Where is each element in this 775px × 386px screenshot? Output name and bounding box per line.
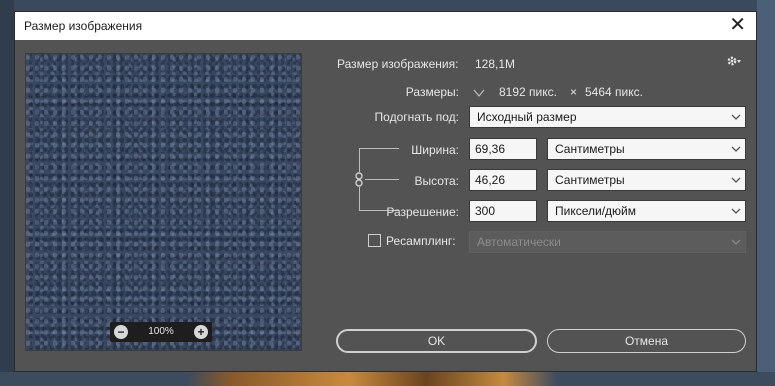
fit-to-value: Исходный размер (477, 110, 577, 124)
image-size-value: 128,1M (475, 57, 516, 71)
background-canvas-right (757, 0, 775, 386)
zoom-in-icon[interactable]: + (194, 325, 208, 339)
chevron-down-icon (731, 201, 741, 229)
zoom-level: 100% (148, 326, 174, 337)
resolution-label: Разрешение: (386, 205, 459, 219)
times-sign: × (570, 85, 578, 99)
fit-to-label: Подогнать под: (374, 110, 459, 124)
resample-method-value: Автоматически (477, 235, 561, 249)
gear-icon[interactable] (726, 54, 742, 71)
resample-label: Ресамплинг: (386, 234, 456, 248)
width-label: Ширина: (411, 143, 459, 157)
image-size-label: Размер изображения: (337, 57, 459, 71)
image-size-dialog: Размер изображения ✕ − 100% + Размер изо… (14, 11, 757, 372)
chevron-down-icon (731, 232, 741, 260)
resolution-input[interactable]: 300 (469, 200, 537, 222)
dialog-title: Размер изображения (24, 19, 143, 33)
chain-link-icon[interactable] (354, 172, 365, 187)
width-unit-select[interactable]: Сантиметры (547, 138, 746, 160)
background-canvas-bottom (0, 372, 775, 386)
height-label: Высота: (414, 174, 459, 188)
height-pixels: 5464 пикс. (585, 85, 643, 99)
background-canvas-left (0, 0, 14, 386)
resolution-value: 300 (475, 204, 496, 218)
fit-to-select[interactable]: Исходный размер (469, 106, 746, 128)
dimensions-label: Размеры: (405, 85, 459, 99)
resample-checkbox[interactable] (368, 234, 381, 247)
chevron-down-icon[interactable] (473, 87, 485, 99)
width-unit-value: Сантиметры (555, 142, 625, 156)
zoom-bar: − 100% + (110, 322, 212, 342)
zoom-out-icon[interactable]: − (114, 325, 128, 339)
width-input[interactable]: 69,36 (469, 138, 537, 160)
ok-button[interactable]: OK (336, 329, 537, 353)
resolution-unit-value: Пиксели/дюйм (555, 204, 636, 218)
height-value: 46,26 (475, 173, 506, 187)
image-preview[interactable]: − 100% + (25, 53, 302, 351)
height-unit-value: Сантиметры (555, 173, 625, 187)
height-unit-select[interactable]: Сантиметры (547, 169, 746, 191)
width-value: 69,36 (475, 142, 506, 156)
dialog-titlebar: Размер изображения ✕ (15, 12, 756, 40)
resolution-unit-select[interactable]: Пиксели/дюйм (547, 200, 746, 222)
chevron-down-icon (731, 107, 741, 135)
close-icon[interactable]: ✕ (729, 14, 746, 36)
chevron-down-icon (731, 139, 741, 167)
height-input[interactable]: 46,26 (469, 169, 537, 191)
resample-method-select[interactable]: Автоматически (469, 231, 746, 253)
cancel-button[interactable]: Отмена (547, 329, 746, 353)
chevron-down-icon (731, 170, 741, 198)
width-pixels: 8192 пикс. (499, 85, 557, 99)
